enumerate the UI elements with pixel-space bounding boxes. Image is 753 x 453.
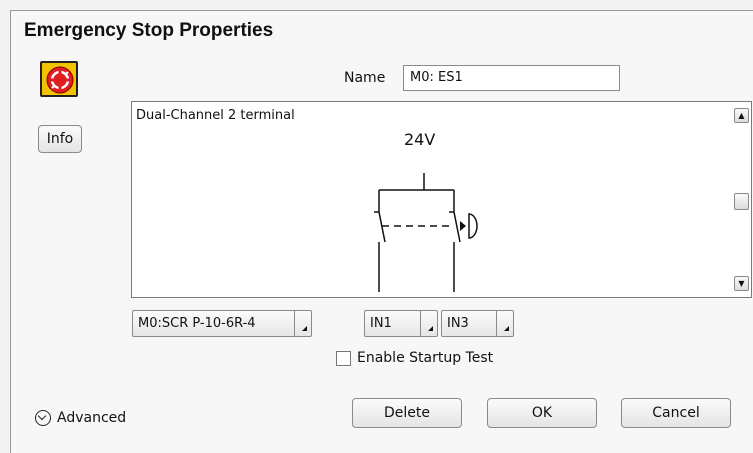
module-select[interactable]: M0:SCR P-10-6R-4 — [132, 310, 312, 337]
dropdown-arrow-icon — [420, 311, 437, 336]
wiring-diagram-panel: Dual-Channel 2 terminal ▲ ▼ 24V — [131, 101, 752, 298]
dropdown-arrow-icon — [496, 311, 513, 336]
input1-select[interactable]: IN1 — [364, 310, 438, 337]
module-select-value: M0:SCR P-10-6R-4 — [138, 316, 256, 331]
chevron-down-icon[interactable] — [35, 410, 51, 426]
info-button[interactable]: Info — [38, 125, 82, 153]
voltage-label: 24V — [404, 130, 435, 149]
scroll-up-icon[interactable]: ▲ — [734, 108, 749, 123]
diagram-caption: Dual-Channel 2 terminal — [136, 108, 295, 123]
name-field[interactable]: M0: ES1 — [403, 65, 620, 91]
advanced-toggle[interactable]: Advanced — [57, 410, 126, 426]
name-label: Name — [344, 70, 386, 86]
input2-select-value: IN3 — [447, 316, 469, 331]
emergency-stop-icon — [40, 61, 78, 97]
dialog-title: Emergency Stop Properties — [24, 20, 274, 41]
delete-button[interactable]: Delete — [352, 398, 462, 428]
cancel-button[interactable]: Cancel — [621, 398, 731, 428]
startup-test-label: Enable Startup Test — [357, 350, 494, 366]
dropdown-arrow-icon — [294, 311, 311, 336]
scroll-thumb[interactable] — [734, 193, 749, 210]
scroll-down-icon[interactable]: ▼ — [734, 276, 749, 291]
input1-select-value: IN1 — [370, 316, 392, 331]
ok-button[interactable]: OK — [487, 398, 597, 428]
input2-select[interactable]: IN3 — [441, 310, 514, 337]
wiring-schematic: 24V — [374, 130, 478, 292]
startup-test-checkbox[interactable] — [336, 351, 351, 366]
